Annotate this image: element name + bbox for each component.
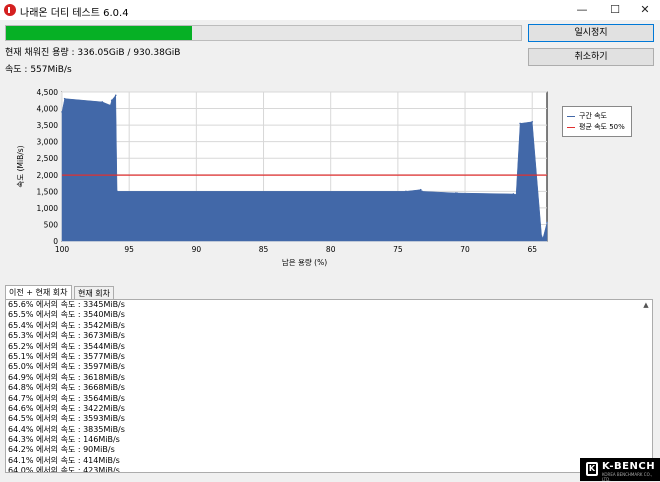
log-line: 64.3% 에서의 속도 : 146MiB/s	[8, 435, 120, 445]
log-line: 65.5% 에서의 속도 : 3540MiB/s	[8, 310, 125, 320]
interval-speed-point	[109, 104, 112, 107]
interval-speed-point	[114, 94, 117, 97]
x-tick-label: 90	[192, 245, 202, 254]
speed-log[interactable]: ▲ ▼ 65.6% 에서의 속도 : 3345MiB/s65.5% 에서의 속도…	[5, 299, 653, 473]
log-line: 65.1% 에서의 속도 : 3577MiB/s	[8, 351, 125, 361]
interval-speed-point	[63, 97, 66, 100]
log-line: 64.7% 에서의 속도 : 3564MiB/s	[8, 393, 125, 403]
log-line: 64.5% 에서의 속도 : 3593MiB/s	[8, 414, 125, 424]
watermark-text: K-BENCH	[602, 461, 656, 472]
log-line: 65.3% 에서의 속도 : 3673MiB/s	[8, 331, 125, 341]
pause-button[interactable]: 일시정지	[528, 24, 654, 42]
interval-speed-point	[405, 190, 407, 193]
log-line: 64.4% 에서의 속도 : 3835MiB/s	[8, 424, 125, 434]
legend-swatch-interval-speed	[567, 115, 575, 117]
minimize-button[interactable]: —	[567, 0, 597, 20]
legend-label-interval-speed: 구간 속도	[579, 112, 607, 120]
scroll-up-icon[interactable]: ▲	[641, 301, 651, 311]
log-line: 65.0% 에서의 속도 : 3597MiB/s	[8, 362, 125, 372]
log-line: 64.8% 에서의 속도 : 3668MiB/s	[8, 383, 125, 393]
interval-speed-point	[456, 192, 458, 194]
y-tick-label: 4,000	[37, 105, 59, 114]
legend-item-average-speed: 평균 속도 50%	[567, 122, 625, 132]
x-tick-label: 75	[393, 245, 403, 254]
k-bench-watermark: K K-BENCH KOREA BENCHMARK CO., LTD.	[580, 458, 660, 482]
interval-speed-point	[421, 190, 423, 193]
legend-item-interval-speed: 구간 속도	[567, 111, 607, 121]
y-tick-label: 500	[44, 220, 59, 229]
x-tick-label: 85	[259, 245, 269, 254]
chart-legend: 구간 속도 평균 속도 50%	[562, 106, 632, 137]
interval-speed-point	[542, 237, 544, 239]
interval-speed-point	[110, 99, 113, 102]
x-axis-label: 남은 용량 (%)	[282, 258, 327, 267]
interval-speed-point	[515, 193, 517, 196]
interval-speed-point	[61, 111, 63, 113]
close-button[interactable]: ✕	[630, 0, 660, 20]
maximize-button[interactable]: ☐	[600, 0, 630, 20]
y-tick-label: 3,500	[37, 121, 59, 130]
y-axis-label: 속도 (MiB/s)	[16, 145, 25, 187]
interval-speed-point	[519, 122, 521, 125]
log-line: 64.6% 에서의 속도 : 3422MiB/s	[8, 403, 125, 413]
cancel-button[interactable]: 취소하기	[528, 48, 654, 66]
speed-chart: 05001,0001,5002,0002,5003,0003,5004,0004…	[16, 88, 548, 267]
interval-speed-point	[546, 221, 548, 224]
y-tick-label: 1,000	[37, 204, 59, 213]
log-line: 65.2% 에서의 속도 : 3544MiB/s	[8, 341, 125, 351]
log-line: 65.6% 에서의 속도 : 3345MiB/s	[8, 300, 125, 309]
y-tick-label: 2,000	[37, 171, 59, 180]
interval-speed-point	[116, 190, 118, 193]
tab-current-pass[interactable]: 현재 회차	[74, 286, 114, 300]
interval-speed-point	[419, 188, 422, 191]
y-tick-label: 2,500	[37, 154, 59, 163]
y-tick-label: 4,500	[37, 88, 59, 97]
interval-speed-point	[540, 235, 543, 237]
log-line: 64.2% 에서의 속도 : 90MiB/s	[8, 445, 115, 455]
legend-swatch-average-speed	[567, 126, 575, 128]
log-line: 64.1% 에서의 속도 : 414MiB/s	[8, 455, 120, 465]
speed-status: 속도 : 557MiB/s	[5, 65, 72, 75]
x-tick-label: 95	[124, 245, 134, 254]
window-title: 나래온 더티 테스트 6.0.4	[20, 8, 129, 19]
x-tick-label: 65	[527, 245, 537, 254]
x-tick-label: 100	[55, 245, 70, 254]
tab-all-passes[interactable]: 이전 + 현재 회차	[5, 285, 72, 300]
interval-speed-point	[531, 121, 534, 123]
legend-label-average-speed: 평균 속도 50%	[579, 123, 625, 131]
log-line: 65.4% 에서의 속도 : 3542MiB/s	[8, 320, 125, 330]
title-bar: 나래온 더티 테스트 6.0.4 — ☐ ✕	[0, 0, 660, 20]
log-line: 64.0% 에서의 속도 : 423MiB/s	[8, 466, 120, 473]
interval-speed-point	[512, 193, 515, 195]
interval-speed-point	[101, 101, 104, 103]
k-bench-logo-icon: K	[586, 462, 598, 476]
log-line: 64.9% 에서의 속도 : 3618MiB/s	[8, 372, 125, 382]
capacity-status: 현재 채워진 용량 : 336.05GiB / 930.38GiB	[5, 48, 181, 58]
y-tick-label: 3,000	[37, 138, 59, 147]
fill-progress-bar	[5, 25, 522, 41]
chart-panel: 0 500 1,000 1,500 2,000 2,500 3,000 3,500 4,000 4…	[5, 78, 653, 274]
y-tick-label: 1,500	[37, 187, 59, 196]
x-tick-label: 80	[326, 245, 336, 254]
x-tick-label: 70	[460, 245, 470, 254]
progress-fill	[6, 26, 193, 40]
app-icon	[4, 4, 16, 16]
